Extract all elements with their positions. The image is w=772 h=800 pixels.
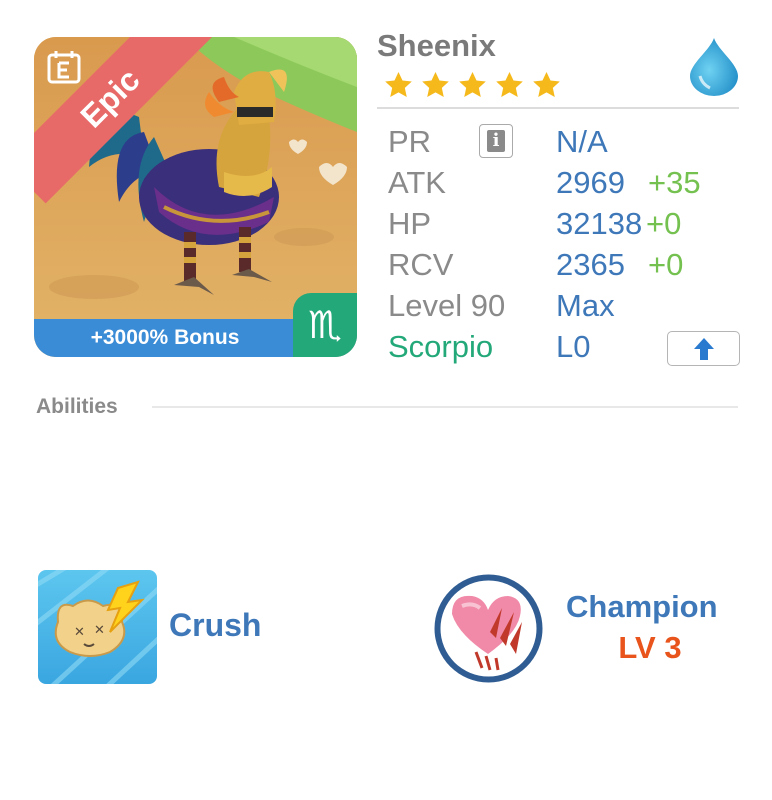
rcv-bonus: +0	[648, 247, 684, 282]
level-label: Level 90	[388, 288, 506, 323]
pr-label: PR	[388, 124, 432, 159]
zodiac-upgrade-button[interactable]	[667, 331, 740, 366]
star-icon	[385, 71, 412, 97]
hp-label: HP	[388, 206, 432, 241]
hp-bonus: +0	[646, 206, 682, 241]
rcv-value: 2365	[556, 247, 625, 282]
star-icon	[422, 71, 449, 97]
zodiac-label: Scorpio	[388, 329, 494, 364]
calendar-event-icon	[47, 51, 81, 84]
star-rating	[383, 70, 562, 101]
atk-value: 2969	[556, 165, 625, 200]
atk-bonus: +35	[648, 165, 701, 200]
pr-info-button[interactable]: i	[479, 124, 513, 158]
crush-icon[interactable]: ✕ ✕	[38, 570, 157, 684]
arrow-up-icon	[693, 337, 714, 360]
ability-name-champion: Champion	[566, 589, 718, 624]
abilities-heading: Abilities	[36, 395, 118, 418]
atk-label: ATK	[388, 165, 446, 200]
heart-claw-icon[interactable]	[432, 572, 545, 685]
svg-text:✕: ✕	[94, 623, 105, 638]
header-divider	[377, 107, 739, 109]
level-value: Max	[556, 288, 615, 323]
bonus-text: +3000% Bonus	[90, 326, 240, 349]
svg-text:✕: ✕	[74, 625, 85, 640]
info-icon: i	[487, 130, 505, 152]
water-drop-icon	[690, 38, 738, 96]
star-icon	[459, 71, 486, 97]
star-icon	[533, 71, 560, 97]
scorpio-zodiac-icon: ♏	[293, 293, 357, 357]
rcv-label: RCV	[388, 247, 454, 282]
monster-name: Sheenix	[377, 28, 496, 63]
ability-level-champion: LV 3	[618, 630, 682, 665]
ability-name-crush: Crush	[169, 607, 262, 643]
pr-value: N/A	[556, 124, 608, 159]
star-icon	[496, 71, 523, 97]
monster-card[interactable]: Epic +3000% Bonus ♏	[34, 37, 357, 357]
hp-value: 32138	[556, 206, 643, 241]
zodiac-level-value: L0	[556, 329, 591, 364]
abilities-divider	[152, 406, 738, 408]
